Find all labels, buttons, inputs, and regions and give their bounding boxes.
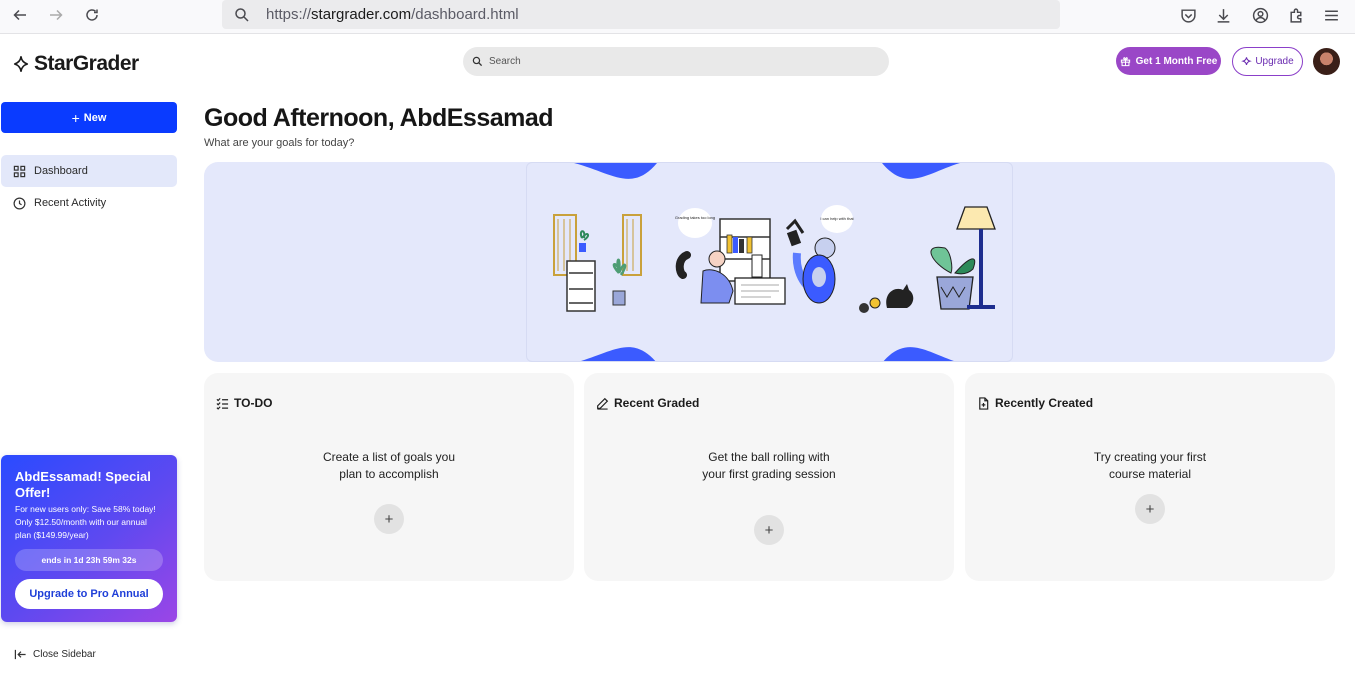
card-title: Recent Graded <box>614 396 700 410</box>
upgrade-label: Upgrade <box>1255 56 1294 67</box>
downloads-button[interactable] <box>1213 5 1233 25</box>
card-line-1: Get the ball rolling with <box>708 450 830 464</box>
close-sidebar-label: Close Sidebar <box>33 649 96 660</box>
new-button[interactable]: + New <box>1 102 177 133</box>
reload-button[interactable] <box>79 4 105 26</box>
search-icon <box>472 56 483 67</box>
card-title: TO-DO <box>234 396 273 410</box>
account-button[interactable] <box>1250 5 1270 25</box>
card-line-2: your first grading session <box>702 467 836 481</box>
forward-button[interactable] <box>43 4 69 26</box>
page-title: Good Afternoon, AbdEssamad <box>204 104 554 132</box>
card-header: Recently Created <box>977 396 1093 410</box>
sidebar-item-recent-activity[interactable]: Recent Activity <box>1 187 177 219</box>
speech-bubble-right: I can help with that <box>820 216 854 221</box>
offer-title: AbdEssamad! Special Offer! <box>15 469 151 500</box>
avatar[interactable] <box>1313 48 1340 75</box>
offer-countdown: ends in 1d 23h 59m 32s <box>15 549 163 571</box>
checklist-icon <box>216 397 229 410</box>
arrow-right-icon <box>50 9 63 21</box>
card-header: TO-DO <box>216 396 272 410</box>
upgrade-button[interactable]: Upgrade <box>1232 47 1303 76</box>
get-free-month-label: Get 1 Month Free <box>1135 55 1218 67</box>
account-icon <box>1252 7 1268 23</box>
puzzle-icon <box>1289 7 1301 23</box>
back-button[interactable] <box>7 4 33 26</box>
card-description: Create a list of goals you plan to accom… <box>204 449 574 483</box>
close-sidebar-button[interactable]: Close Sidebar <box>14 648 96 661</box>
menu-button[interactable] <box>1321 5 1341 25</box>
offer-text: For new users only: Save 58% today! Only… <box>15 504 156 540</box>
sidebar-item-label: Recent Activity <box>34 197 107 209</box>
add-graded-button[interactable]: + <box>754 515 784 545</box>
url-host: stargrader.com <box>311 6 412 23</box>
card-title: Recently Created <box>995 396 1094 410</box>
new-label: New <box>83 111 107 124</box>
card-description: Try creating your first course material <box>965 449 1335 483</box>
logo-text: StarGrader <box>34 52 139 75</box>
special-offer-card: AbdEssamad! Special Offer! For new users… <box>1 455 177 622</box>
plus-icon: + <box>71 109 80 126</box>
reload-icon <box>86 9 98 21</box>
new-file-icon <box>979 396 989 410</box>
gift-icon <box>1120 56 1130 66</box>
card-line-1: Create a list of goals you <box>322 450 456 464</box>
grid-icon <box>13 165 26 177</box>
illustration-scene: Grading takes too long I can help with t… <box>553 163 996 361</box>
recently-created-card: Recently Created Try creating your first… <box>965 373 1335 581</box>
todo-card: TO-DO Create a list of goals you plan to… <box>204 373 574 581</box>
hero-illustration: Grading takes too long I can help with t… <box>526 162 1013 362</box>
add-created-button[interactable]: + <box>1135 494 1165 524</box>
card-line-2: plan to accomplish <box>339 467 439 481</box>
url-scheme: https:// <box>266 6 312 23</box>
url-path: /dashboard.html <box>411 6 519 23</box>
pocket-button[interactable] <box>1178 5 1198 25</box>
search-icon <box>235 7 249 22</box>
download-icon <box>1217 8 1229 23</box>
sparkle-icon <box>13 55 29 73</box>
card-line-2: course material <box>1108 467 1192 481</box>
browser-toolbar: https://stargrader.com/dashboard.html <box>0 0 1355 34</box>
card-description: Get the ball rolling with your first gra… <box>584 449 954 483</box>
pencil-icon <box>597 397 609 410</box>
page-subtitle: What are your goals for today? <box>204 137 355 149</box>
card-header: Recent Graded <box>596 396 699 410</box>
speech-bubble-left: Grading takes too long <box>675 215 715 220</box>
sidebar-item-label: Dashboard <box>34 165 88 177</box>
add-todo-button[interactable]: + <box>374 504 404 534</box>
hamburger-icon <box>1324 9 1338 21</box>
hero-banner: Grading takes too long I can help with t… <box>204 162 1335 362</box>
app-logo[interactable]: StarGrader <box>12 52 139 76</box>
recent-graded-card: Recent Graded Get the ball rolling with … <box>584 373 954 581</box>
arrow-left-icon <box>13 9 26 21</box>
upgrade-pro-annual-button[interactable]: Upgrade to Pro Annual <box>15 579 163 609</box>
sidebar-item-dashboard[interactable]: Dashboard <box>1 155 177 187</box>
search-bar[interactable] <box>463 47 889 76</box>
clock-icon <box>13 197 26 209</box>
collapse-left-icon <box>14 649 26 660</box>
search-input[interactable] <box>489 56 869 67</box>
pocket-icon <box>1180 8 1196 23</box>
url-bar[interactable]: https://stargrader.com/dashboard.html <box>222 0 1060 29</box>
extensions-button[interactable] <box>1286 5 1306 25</box>
get-free-month-button[interactable]: Get 1 Month Free <box>1116 47 1221 75</box>
url-text: https://stargrader.com/dashboard.html <box>266 6 519 23</box>
card-line-1: Try creating your first <box>1093 450 1207 464</box>
sparkle-icon <box>1241 57 1253 66</box>
